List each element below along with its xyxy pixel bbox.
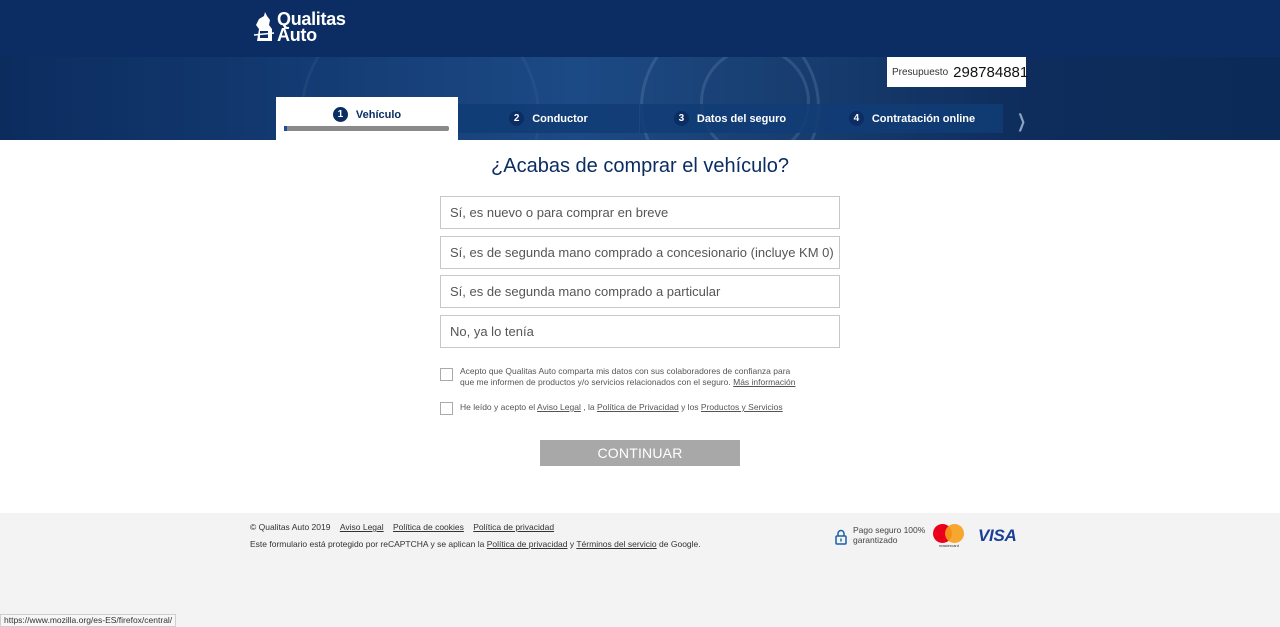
consent-legal-sep1: , la <box>583 402 595 412</box>
mastercard-label: mastercard <box>938 543 959 548</box>
mastercard-icon: mastercard <box>933 524 965 548</box>
aviso-legal-link[interactable]: Aviso Legal <box>537 402 581 412</box>
consent-legal-prefix: He leído y acepto el <box>460 402 536 412</box>
lock-icon <box>835 529 847 545</box>
chevron-right-icon[interactable]: ❯ <box>1017 111 1026 132</box>
step-label: Conductor <box>532 112 588 125</box>
option-segunda-mano-particular[interactable]: Sí, es de segunda mano comprado a partic… <box>440 275 840 308</box>
recaptcha-privacy-link[interactable]: Política de privacidad <box>487 539 568 549</box>
footer: © Qualitas Auto 2019 Aviso Legal Polític… <box>0 513 1280 627</box>
consent-data-sharing-checkbox[interactable] <box>440 368 453 381</box>
step-label: Datos del seguro <box>696 112 787 125</box>
copyright: © Qualitas Auto 2019 <box>250 522 331 532</box>
status-bar-url: https://www.mozilla.org/es-ES/firefox/ce… <box>0 614 177 627</box>
footer-cookies-link[interactable]: Política de cookies <box>393 522 464 532</box>
logo-text-line2: Auto <box>277 25 317 45</box>
step-progress-bar <box>284 126 449 131</box>
footer-privacy-link[interactable]: Política de privacidad <box>473 522 554 532</box>
continue-button[interactable]: CONTINUAR <box>540 440 740 466</box>
step-number: 1 <box>332 107 348 122</box>
step-datos-seguro[interactable]: 3 Datos del seguro <box>640 104 820 133</box>
consent-data-sharing: Acepto que Qualitas Auto comparta mis da… <box>440 366 800 388</box>
step-number: 2 <box>509 111 525 126</box>
footer-aviso-legal-link[interactable]: Aviso Legal <box>340 522 384 532</box>
productos-servicios-link[interactable]: Productos y Servicios <box>701 402 783 412</box>
qualitas-logo[interactable]: Qualitas Auto <box>253 10 346 45</box>
step-number: 3 <box>673 111 689 126</box>
option-segunda-mano-concesionario[interactable]: Sí, es de segunda mano comprado a conces… <box>440 235 840 269</box>
option-ya-lo-tenia[interactable]: No, ya lo tenía <box>440 314 840 348</box>
quote-label: Presupuesto <box>892 66 949 78</box>
recaptcha-suffix: de Google. <box>659 539 701 549</box>
consent-legal-checkbox[interactable] <box>440 402 453 415</box>
answer-options: Sí, es nuevo o para comprar en breve Sí,… <box>440 196 840 354</box>
secure-payment-text: Pago seguro 100% garantizado <box>853 525 926 545</box>
top-header: Qualitas Auto <box>0 0 1280 57</box>
more-info-link[interactable]: Más información <box>733 377 795 387</box>
consent-legal-sep2: y los <box>681 402 699 412</box>
secure-payment: Pago seguro 100% garantizado <box>835 525 928 545</box>
step-vehiculo[interactable]: 1 Vehículo <box>276 97 458 140</box>
recaptcha-terms-link[interactable]: Términos del servicio <box>576 539 656 549</box>
recaptcha-and: y <box>569 539 575 549</box>
question-title: ¿Acabas de comprar el vehículo? <box>491 155 789 177</box>
politica-privacidad-link[interactable]: Política de Privacidad <box>597 402 679 412</box>
quote-number: 298784881 <box>953 63 1029 81</box>
step-contratacion[interactable]: 4 Contratación online <box>821 104 1003 133</box>
step-label: Contratación online <box>871 112 976 125</box>
recaptcha-prefix: Este formulario está protegido por reCAP… <box>250 539 485 549</box>
stepper: 1 Vehículo 2 Conductor 3 Datos del segur… <box>276 97 1026 140</box>
step-conductor[interactable]: 2 Conductor <box>458 104 639 133</box>
step-label: Vehículo <box>355 108 402 121</box>
step-number: 4 <box>848 111 864 126</box>
knight-logo-icon <box>253 12 275 41</box>
option-nuevo[interactable]: Sí, es nuevo o para comprar en breve <box>440 196 840 229</box>
visa-icon: VISA <box>978 526 1017 545</box>
quote-box: Presupuesto 298784881 <box>887 57 1029 87</box>
consent-legal: He leído y acepto el Aviso Legal , la Po… <box>440 402 840 415</box>
